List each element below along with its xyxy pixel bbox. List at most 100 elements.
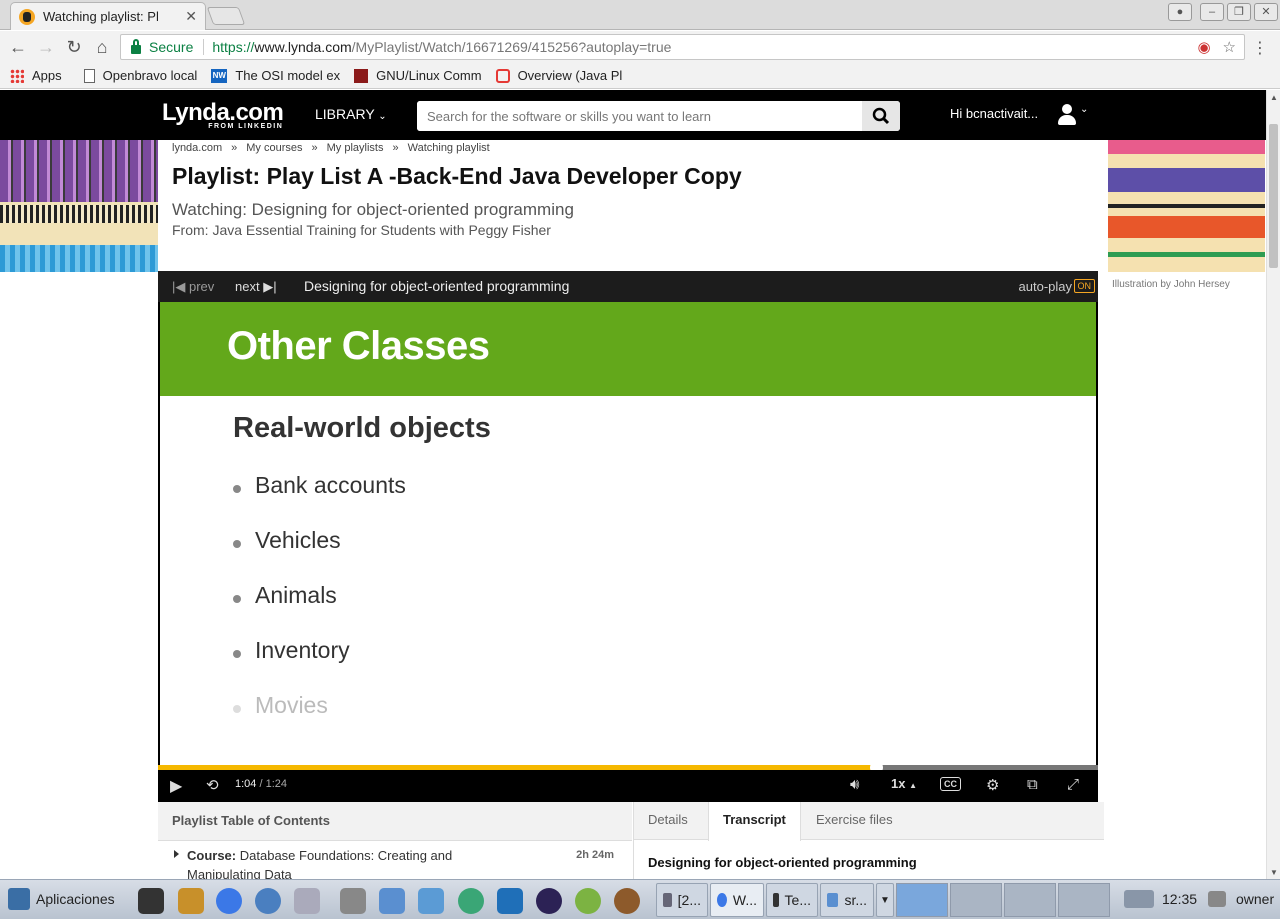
fullscreen-icon[interactable]: ⤢ — [1067, 776, 1079, 793]
taskbar-task[interactable]: sr... — [820, 883, 874, 917]
chromium-launcher-icon[interactable] — [216, 888, 242, 914]
terminal-launcher-icon[interactable] — [138, 888, 164, 914]
taskbar-task[interactable]: Te... — [766, 883, 818, 917]
tab-details[interactable]: Details — [634, 802, 702, 840]
bookmark-label: Overview (Java Pl — [517, 68, 623, 83]
autoplay-label[interactable]: auto-play — [1019, 279, 1072, 294]
playback-speed[interactable]: 1x ▲ — [891, 776, 917, 791]
notes-launcher-icon[interactable] — [178, 888, 204, 914]
url-bar[interactable]: Secure https://www.lynda.com/MyPlaylist/… — [120, 34, 1245, 60]
player-top-bar: |◀ prev next ▶| Designing for object-ori… — [158, 271, 1098, 302]
play-icon[interactable]: ▶ — [170, 776, 182, 796]
popout-icon[interactable]: ⧉ — [1027, 776, 1038, 793]
task-list-dropdown[interactable]: ▼ — [876, 883, 894, 917]
scroll-down-icon[interactable]: ▼ — [1270, 868, 1278, 877]
search-icon — [872, 107, 890, 125]
lynda-favicon-icon — [19, 8, 35, 25]
tab-close-icon[interactable]: ✕ — [185, 8, 197, 25]
page-scrollbar[interactable]: ▲ ▼ — [1266, 90, 1280, 879]
profile-icon[interactable]: ● — [1168, 3, 1192, 21]
tab-exercise-files[interactable]: Exercise files — [802, 802, 907, 840]
bookmark-osi-model[interactable]: NW The OSI model ex — [211, 68, 340, 83]
screenshot-launcher-icon[interactable] — [340, 888, 366, 914]
back-arrow-icon[interactable]: ← — [8, 37, 28, 57]
bookmark-gnu-linux[interactable]: GNU/Linux Comm — [354, 68, 482, 83]
breadcrumb-link[interactable]: My courses — [246, 142, 302, 154]
breadcrumb-separator: » — [311, 142, 318, 154]
virtualbox-launcher-icon[interactable] — [418, 888, 444, 914]
tab-transcript[interactable]: Transcript — [708, 802, 801, 841]
new-tab-button[interactable] — [206, 7, 246, 25]
rewind-10-icon[interactable]: ⟲ — [206, 776, 219, 794]
atom-launcher-icon[interactable] — [458, 888, 484, 914]
video-info-panel: Details Transcript Exercise files Design… — [633, 802, 1104, 879]
browser-tab-strip: Watching playlist: Pl ✕ ● – ❐ ✕ — [0, 0, 1280, 30]
workspace-3[interactable] — [1004, 883, 1056, 917]
blocked-content-icon[interactable]: ◉ — [1197, 38, 1210, 56]
android-studio-launcher-icon[interactable] — [575, 888, 601, 914]
tab-title: Watching playlist: Pl — [43, 9, 159, 24]
forward-arrow-icon[interactable]: → — [36, 37, 56, 57]
settings-gear-icon[interactable]: ⚙ — [986, 776, 999, 794]
home-icon[interactable]: ⌂ — [92, 37, 112, 57]
breadcrumb-link[interactable]: lynda.com — [172, 142, 222, 154]
breadcrumb-link[interactable]: My playlists — [327, 142, 384, 154]
browser-tab[interactable]: Watching playlist: Pl ✕ — [10, 2, 206, 30]
scroll-up-icon[interactable]: ▲ — [1270, 93, 1278, 102]
reload-icon[interactable]: ↻ — [64, 37, 84, 57]
applications-menu-icon — [8, 888, 30, 910]
autoplay-toggle[interactable]: ON — [1073, 279, 1095, 293]
user-greeting[interactable]: Hi bcnactivait... — [950, 106, 1038, 121]
session-user[interactable]: owner — [1236, 891, 1274, 907]
minimize-button[interactable]: – — [1200, 3, 1224, 21]
expand-triangle-icon[interactable] — [174, 850, 179, 858]
closed-captions-icon[interactable]: CC — [940, 777, 961, 791]
settings-task-icon — [663, 893, 672, 907]
course-source: From: Java Essential Training for Studen… — [172, 222, 551, 238]
volume-icon[interactable]: 🔊︎ — [850, 776, 859, 793]
chevron-down-icon[interactable]: ⌄ — [1080, 104, 1088, 115]
applications-label: Aplicaciones — [36, 891, 115, 907]
browser-menu-icon[interactable]: ⋮ — [1252, 38, 1268, 58]
acorn-launcher-icon[interactable] — [614, 888, 640, 914]
vscode-launcher-icon[interactable] — [497, 888, 523, 914]
next-button[interactable]: next ▶| — [235, 279, 277, 295]
web-browser-launcher-icon[interactable] — [255, 888, 281, 914]
prev-label: prev — [189, 279, 215, 294]
video-player[interactable]: |◀ prev next ▶| Designing for object-ori… — [158, 271, 1098, 802]
url-host: www.lynda.com — [254, 39, 352, 55]
bookmarks-bar: Apps Openbravo local NW The OSI model ex … — [0, 63, 1280, 89]
library-menu[interactable]: LIBRARY ⌄ — [315, 106, 387, 122]
clock[interactable]: 12:35 — [1162, 891, 1197, 907]
time-display: 1:04 / 1:24 — [235, 778, 287, 790]
eclipse-launcher-icon[interactable] — [536, 888, 562, 914]
workspace-1[interactable] — [896, 883, 948, 917]
search-button[interactable] — [862, 101, 900, 131]
breadcrumb-separator: » — [231, 142, 238, 154]
close-window-button[interactable]: ✕ — [1254, 3, 1278, 21]
user-avatar-icon[interactable] — [1058, 104, 1076, 126]
applications-menu[interactable]: Aplicaciones — [8, 888, 115, 910]
video-frame[interactable]: Other Classes Real-world objects Bank ac… — [160, 302, 1096, 767]
lynda-logo[interactable]: Lynda.com FROM LINKEDIN — [162, 99, 284, 130]
scrollbar-thumb[interactable] — [1269, 124, 1278, 268]
file-manager-launcher-icon[interactable] — [379, 888, 405, 914]
prev-button[interactable]: |◀ prev — [172, 279, 214, 295]
search-files-launcher-icon[interactable] — [294, 888, 320, 914]
bookmark-openbravo[interactable]: Openbravo local — [83, 68, 198, 83]
bookmark-star-icon[interactable]: ☆ — [1223, 38, 1236, 56]
bookmark-apps[interactable]: Apps — [10, 68, 62, 83]
taskbar-task-active[interactable]: W... — [710, 883, 764, 917]
illustration-credit: Illustration by John Hersey — [1112, 279, 1230, 290]
bookmark-label: Openbravo local — [102, 68, 198, 83]
search-input[interactable] — [417, 101, 857, 131]
library-label: LIBRARY — [315, 106, 375, 122]
taskbar-task[interactable]: [2... — [656, 883, 708, 917]
network-tray-icon[interactable] — [1124, 890, 1154, 908]
slide-bullet: Bank accounts — [233, 472, 406, 527]
workspace-4[interactable] — [1058, 883, 1110, 917]
bookmark-java-overview[interactable]: Overview (Java Pl — [495, 68, 623, 83]
workspace-2[interactable] — [950, 883, 1002, 917]
player-controls: ▶ ⟲ 1:04 / 1:24 🔊︎ 1x ▲ CC ⚙ ⧉ ⤢ — [158, 770, 1098, 802]
maximize-button[interactable]: ❐ — [1227, 3, 1251, 21]
